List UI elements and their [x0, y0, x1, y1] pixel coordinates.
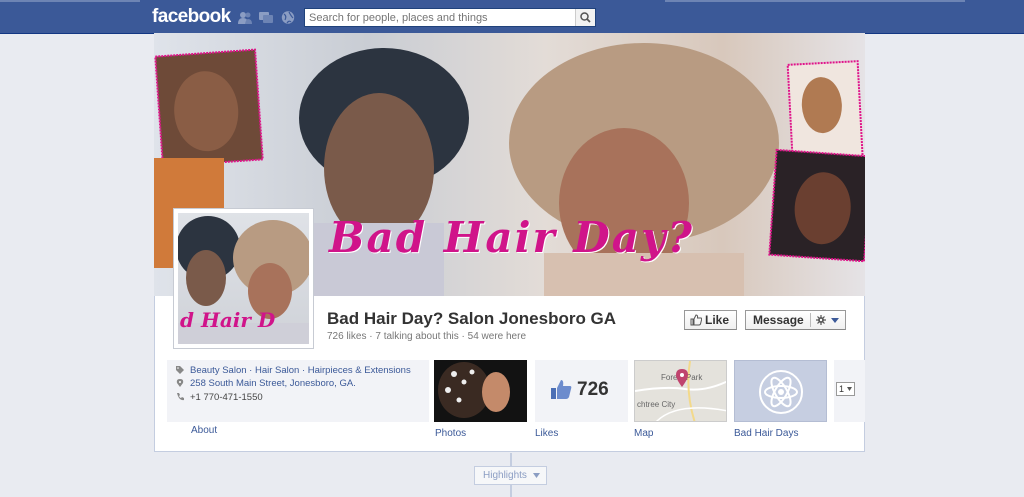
search-input[interactable]	[305, 9, 575, 26]
page-info-panel: Beauty Salon · Hair Salon · Hairpieces &…	[167, 360, 429, 422]
like-button-label: Like	[705, 313, 730, 327]
notifications-globe-icon[interactable]	[281, 11, 295, 24]
cover-title-text: Bad Hair Day?	[329, 213, 694, 262]
gear-icon[interactable]	[816, 315, 826, 325]
chevron-down-icon	[831, 318, 839, 323]
facebook-logo[interactable]: facebook	[152, 6, 231, 28]
more-tiles-button[interactable]: 1	[836, 382, 855, 396]
photos-tile[interactable]	[434, 360, 527, 422]
map-tile-label[interactable]: Map	[634, 428, 653, 439]
more-tiles-count: 1	[839, 384, 845, 394]
phone-icon	[177, 393, 184, 401]
message-button[interactable]: Message	[745, 310, 846, 330]
button-divider	[810, 313, 811, 327]
page-phone: +1 770-471-1550	[190, 392, 263, 403]
search-button[interactable]	[575, 9, 595, 26]
location-pin-icon	[176, 379, 184, 387]
app-atom-icon	[759, 370, 803, 414]
page-address[interactable]: 258 South Main Street, Jonesboro, GA.	[190, 378, 356, 389]
top-navigation-bar: facebook	[0, 0, 1024, 34]
search-box	[304, 8, 596, 27]
about-link[interactable]: About	[191, 425, 217, 436]
bad-hair-days-tile-label[interactable]: Bad Hair Days	[734, 428, 798, 439]
thumbs-up-icon	[551, 380, 572, 399]
messages-icon[interactable]	[259, 11, 273, 24]
message-button-label: Message	[753, 313, 804, 327]
chevron-down-icon	[847, 387, 852, 391]
likes-tile-label[interactable]: Likes	[535, 428, 558, 439]
profile-picture-text: d Hair D	[180, 308, 276, 332]
top-bar-highlight-left	[0, 0, 140, 2]
highlights-label: Highlights	[483, 470, 527, 481]
photos-tile-label[interactable]: Photos	[435, 428, 466, 439]
like-button[interactable]: Like	[684, 310, 737, 330]
bad-hair-days-tile[interactable]	[734, 360, 827, 422]
search-icon	[580, 12, 591, 23]
likes-tile[interactable]: 726	[535, 360, 628, 422]
profile-picture-image: d Hair D	[178, 213, 309, 344]
page-title[interactable]: Bad Hair Day? Salon Jonesboro GA	[327, 309, 616, 329]
map-marker-icon	[676, 369, 688, 387]
map-tile[interactable]: Forest Park chtree City	[634, 360, 727, 422]
tag-icon	[176, 366, 184, 374]
chevron-down-icon	[533, 473, 540, 478]
top-bar-highlight-right	[665, 0, 965, 2]
photos-thumbnail	[434, 360, 527, 422]
page-stats: 726 likes · 7 talking about this · 54 we…	[327, 331, 526, 342]
map-label-peachtree-city: chtree City	[637, 400, 676, 409]
friend-requests-icon[interactable]	[238, 11, 252, 24]
thumbs-up-icon	[690, 314, 702, 326]
more-tiles-area: 1	[834, 360, 865, 422]
likes-count: 726	[577, 379, 609, 400]
highlights-dropdown[interactable]: Highlights	[474, 466, 547, 485]
profile-picture[interactable]: d Hair D	[173, 208, 314, 349]
page-categories[interactable]: Beauty Salon · Hair Salon · Hairpieces &…	[190, 365, 411, 376]
